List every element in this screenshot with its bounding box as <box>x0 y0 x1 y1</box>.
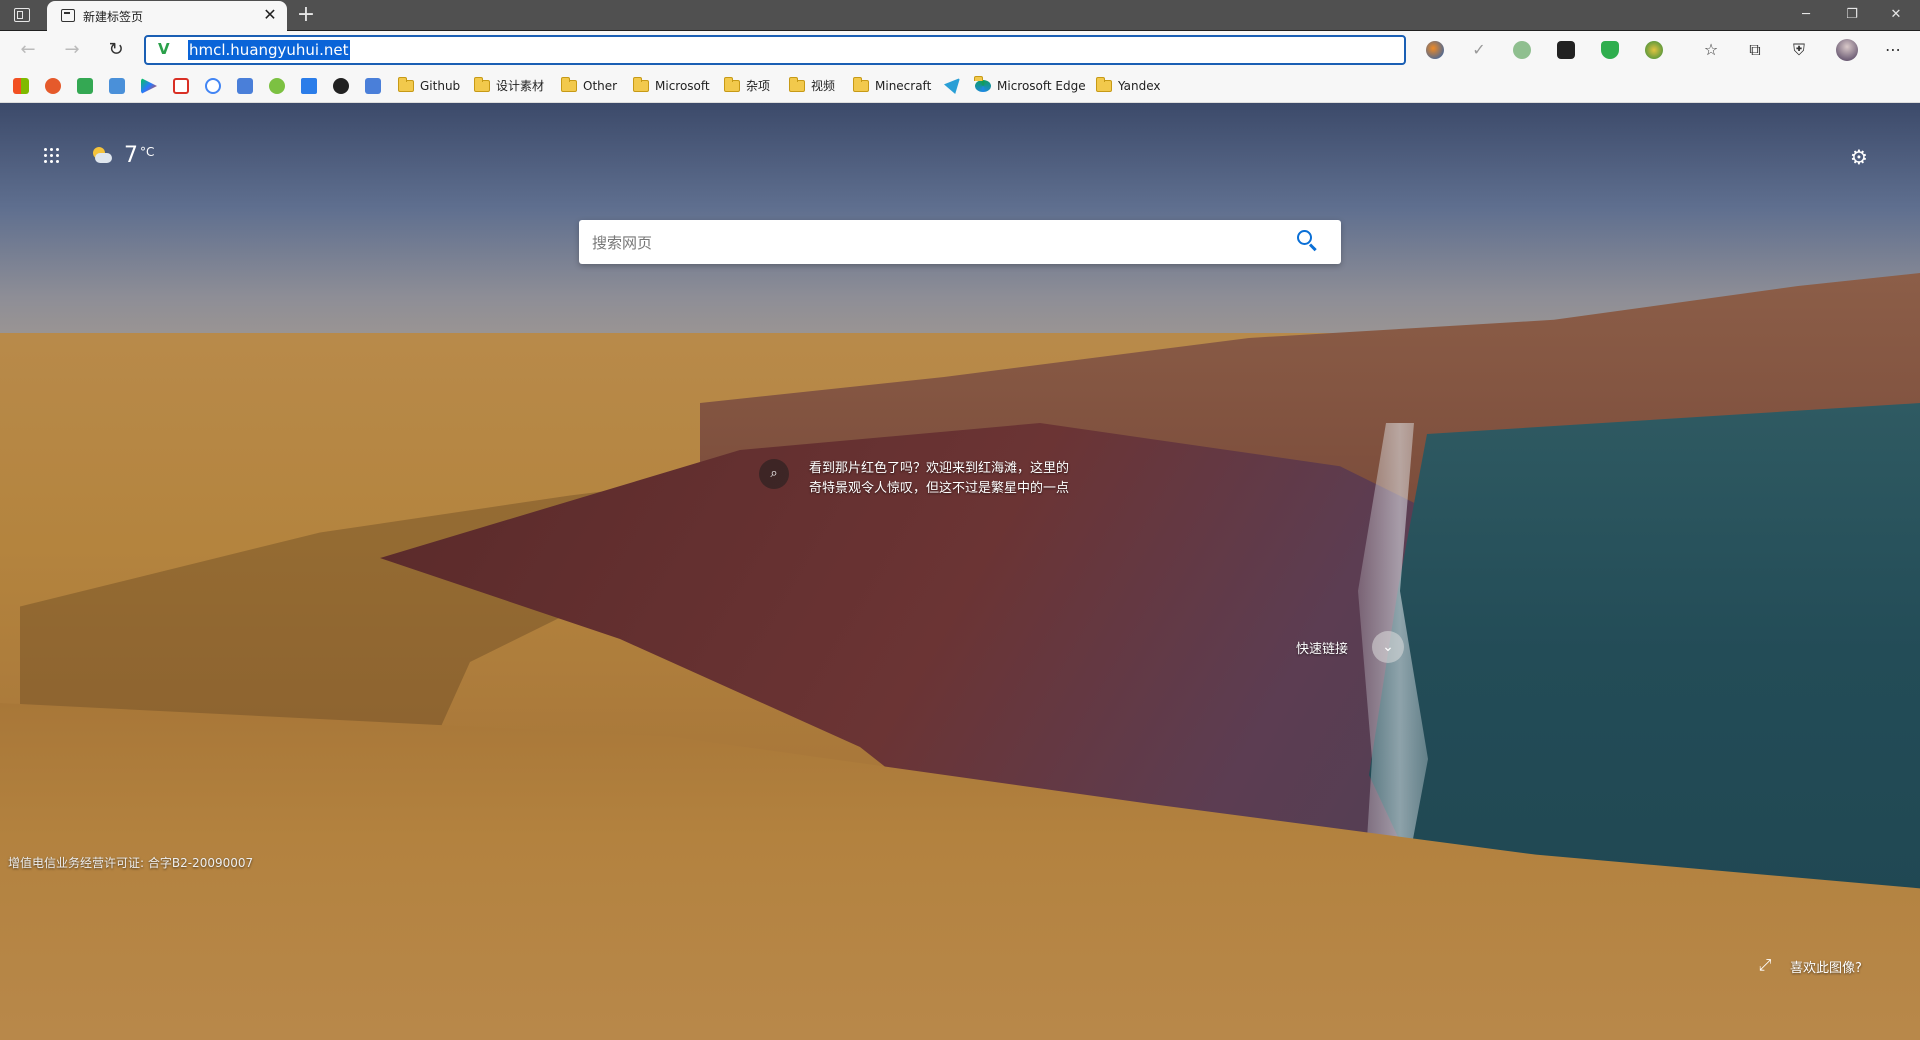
restore-button[interactable]: ❐ <box>1830 0 1874 30</box>
folder-icon <box>724 77 740 92</box>
tab-title: 新建标签页 <box>83 10 144 24</box>
bookmark-bing-icon[interactable] <box>301 78 317 94</box>
weather-temperature: 7 <box>124 143 138 168</box>
bookmark-icon-1[interactable] <box>45 78 61 94</box>
address-bar[interactable]: V hmcl.huangyuhui.net <box>144 35 1406 65</box>
partly-cloudy-icon <box>90 147 112 163</box>
bookmark-folder-label: Minecraft <box>875 79 932 93</box>
expand-icon[interactable]: ⤢ <box>1756 956 1774 974</box>
chevron-down-icon[interactable]: ⌄ <box>1372 631 1404 663</box>
bookmark-google-icon[interactable] <box>205 78 221 94</box>
bookmark-folder-label: Github <box>420 79 461 93</box>
bookmark-paper-plane-icon[interactable] <box>944 78 960 94</box>
collections-icon[interactable]: ⧉ <box>1744 39 1766 61</box>
bookmark-folder-microsoft[interactable]: Microsoft <box>633 76 710 96</box>
bookmark-folder-label: Other <box>583 79 618 93</box>
bookmark-icon-8[interactable] <box>269 78 285 94</box>
search-input[interactable]: 搜索网页 <box>579 220 1341 264</box>
site-favicon-icon: V <box>158 40 170 58</box>
title-bar: 新建标签页 ✕ + ─ ❐ ✕ <box>0 0 1920 31</box>
bookmark-label: Microsoft Edge <box>997 79 1086 93</box>
bookmark-maps-icon[interactable] <box>77 78 93 94</box>
extension-green-circle-icon[interactable] <box>1513 41 1531 59</box>
bookmark-folder-label: Microsoft <box>655 79 710 93</box>
toolbar: ← → ↻ V hmcl.huangyuhui.net ✓ ☆ ⧉ ⛨ ⋯ <box>0 31 1920 69</box>
forward-button[interactable]: → <box>56 35 88 65</box>
bookmark-microsoft-edge[interactable]: Microsoft Edge <box>974 76 1086 96</box>
bookmark-folder-other[interactable]: Other <box>561 76 617 96</box>
extension-shield-icon[interactable] <box>1601 41 1619 59</box>
app-launcher-icon[interactable] <box>44 148 60 164</box>
browser-essentials-icon[interactable]: ⛨ <box>1788 39 1810 61</box>
bookmark-folder-misc[interactable]: 杂项 <box>724 76 770 96</box>
license-text[interactable]: 增值电信业务经营许可证: 合字B2-20090007 <box>8 854 253 871</box>
bookmark-folder-label: 视频 <box>811 79 836 93</box>
folder-icon <box>633 77 649 92</box>
bookmark-play-icon[interactable] <box>141 78 157 94</box>
bookmarks-bar: Github 设计素材 Other Microsoft 杂项 视频 Minecr… <box>0 69 1920 103</box>
favorites-icon[interactable]: ☆ <box>1700 39 1722 61</box>
profile-avatar[interactable] <box>1836 39 1858 61</box>
folder-icon <box>398 77 414 92</box>
tab-new-tab[interactable]: 新建标签页 ✕ <box>47 1 287 31</box>
refresh-button[interactable]: ↻ <box>100 35 132 65</box>
extension-globe-icon[interactable] <box>1645 41 1663 59</box>
bookmark-folder-design[interactable]: 设计素材 <box>474 76 544 96</box>
bookmark-gmail-icon[interactable] <box>173 78 189 94</box>
tab-actions-icon[interactable] <box>14 8 30 22</box>
bookmark-microsoft-icon[interactable] <box>13 78 29 94</box>
back-button[interactable]: ← <box>12 35 44 65</box>
image-hotspot-icon[interactable]: ⌕ <box>759 459 789 489</box>
bookmark-folder-label: Yandex <box>1118 79 1161 93</box>
folder-icon <box>789 77 805 92</box>
bookmark-icon-3[interactable] <box>109 78 125 94</box>
new-tab-page-icon <box>61 9 75 22</box>
search-placeholder: 搜索网页 <box>592 234 653 252</box>
address-url[interactable]: hmcl.huangyuhui.net <box>188 40 350 60</box>
folder-icon <box>853 77 869 92</box>
folder-icon <box>474 77 490 92</box>
close-window-button[interactable]: ✕ <box>1874 0 1918 30</box>
bookmark-folder-minecraft[interactable]: Minecraft <box>853 76 931 96</box>
gear-icon[interactable]: ⚙ <box>1848 146 1870 168</box>
bookmark-github-icon[interactable] <box>333 78 349 94</box>
quick-links-label[interactable]: 快速链接 <box>1296 638 1348 657</box>
checkmark-extension-icon[interactable]: ✓ <box>1468 39 1490 61</box>
edge-logo-icon <box>974 76 991 92</box>
bookmark-folder-yandex[interactable]: Yandex <box>1096 76 1161 96</box>
weather-unit: °C <box>140 145 155 159</box>
search-icon[interactable] <box>1297 230 1319 252</box>
image-hotspot-text[interactable]: 看到那片红色了吗？欢迎来到红海滩，这里的奇特景观令人惊叹，但这不过是繁星中的一点 <box>809 459 1071 499</box>
extension-firefox-icon[interactable] <box>1426 41 1444 59</box>
folder-icon <box>561 77 577 92</box>
bookmark-folder-label: 杂项 <box>746 79 771 93</box>
like-image-link[interactable]: 喜欢此图像? <box>1790 957 1862 976</box>
bookmark-folder-video[interactable]: 视频 <box>789 76 835 96</box>
close-tab-icon[interactable]: ✕ <box>261 5 279 25</box>
more-menu-icon[interactable]: ⋯ <box>1882 39 1904 61</box>
minimize-button[interactable]: ─ <box>1784 0 1828 30</box>
bookmark-translator-icon[interactable] <box>365 78 381 94</box>
bookmark-folder-label: 设计素材 <box>496 79 545 93</box>
extension-game-icon[interactable] <box>1557 41 1575 59</box>
bookmark-folder-github[interactable]: Github <box>398 76 460 96</box>
new-tab-button[interactable]: + <box>294 2 318 28</box>
folder-icon <box>1096 77 1112 92</box>
bookmark-translate-icon[interactable] <box>237 78 253 94</box>
